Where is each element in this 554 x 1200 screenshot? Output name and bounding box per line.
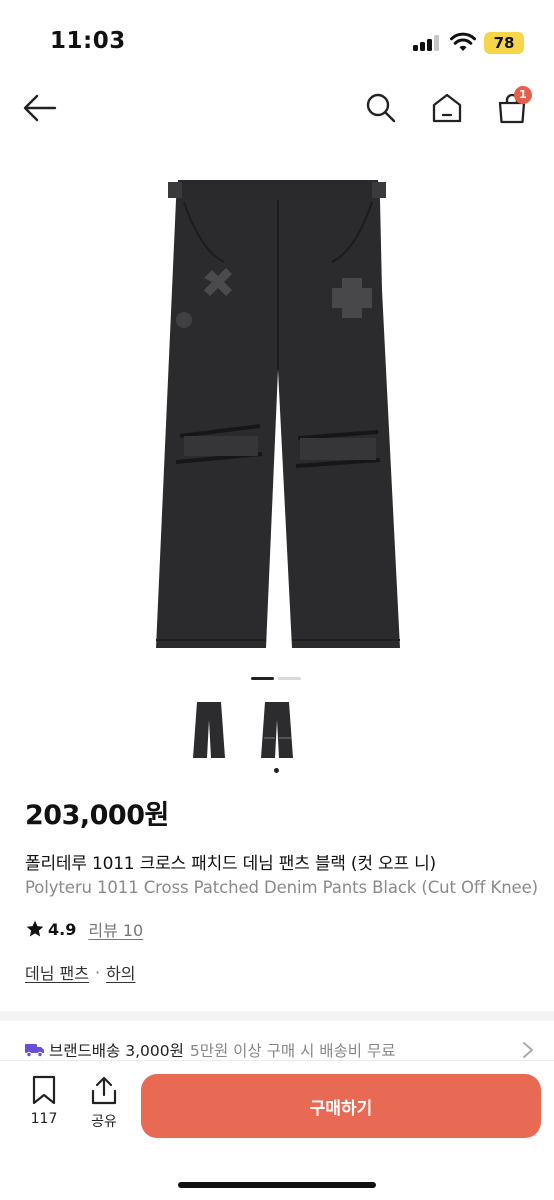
- search-icon: [366, 93, 396, 123]
- chevron-right-icon: [523, 1042, 533, 1058]
- rating-row: 4.9 리뷰 10: [25, 917, 143, 941]
- rating-value: 4.9: [48, 919, 77, 939]
- top-nav: 1: [0, 80, 554, 136]
- category-breadcrumb: 데님 팬츠 · 하의: [25, 960, 136, 984]
- cart-count-badge: 1: [514, 86, 532, 104]
- search-button[interactable]: [361, 86, 401, 130]
- shipping-label: 브랜드배송 3,000원: [49, 1042, 184, 1060]
- home-icon: [432, 93, 462, 123]
- thumbnail-selected-dot: [274, 768, 279, 773]
- thumbnail-1[interactable]: [189, 700, 229, 762]
- wifi-icon: [450, 32, 476, 51]
- category-link-denim-pants[interactable]: 데님 팬츠: [25, 960, 89, 984]
- status-bar: 11:03 78: [0, 0, 554, 80]
- carousel-indicator: [251, 677, 303, 681]
- star-icon: [26, 920, 44, 937]
- share-label: 공유: [91, 1114, 117, 1130]
- cart-button[interactable]: 1: [492, 86, 532, 130]
- category-link-bottoms[interactable]: 하의: [106, 960, 135, 984]
- section-divider: [0, 1011, 554, 1021]
- bottom-action-bar: 117 공유 구매하기: [0, 1060, 554, 1200]
- category-separator: ·: [94, 962, 101, 982]
- bookmark-count: 117: [30, 1111, 58, 1127]
- home-button[interactable]: [427, 86, 467, 130]
- battery-indicator: 78: [484, 32, 524, 54]
- carousel-dot-active: [251, 677, 274, 680]
- product-image[interactable]: [120, 170, 434, 656]
- review-link[interactable]: 리뷰 10: [88, 917, 143, 941]
- buy-button[interactable]: 구매하기: [141, 1074, 541, 1138]
- share-icon: [91, 1076, 117, 1105]
- status-time: 11:03: [50, 28, 126, 54]
- cellular-signal-icon: [413, 35, 439, 51]
- bookmark-button[interactable]: 117: [24, 1075, 64, 1135]
- product-title-english: Polyteru 1011 Cross Patched Denim Pants …: [25, 878, 539, 897]
- truck-icon: [25, 1044, 44, 1058]
- share-button[interactable]: 공유: [84, 1075, 124, 1135]
- back-button[interactable]: [20, 86, 60, 130]
- product-price: 203,000원: [25, 800, 169, 831]
- home-indicator: [178, 1182, 376, 1188]
- product-title-korean: 폴리테루 1011 크로스 패치드 데님 팬츠 블랙 (컷 오프 니): [25, 854, 436, 874]
- thumbnail-2[interactable]: [257, 700, 297, 762]
- carousel-dot: [278, 677, 301, 680]
- bookmark-icon: [32, 1075, 56, 1105]
- arrow-left-icon: [23, 94, 57, 122]
- shipping-note: 5만원 이상 구매 시 배송비 무료: [189, 1042, 396, 1060]
